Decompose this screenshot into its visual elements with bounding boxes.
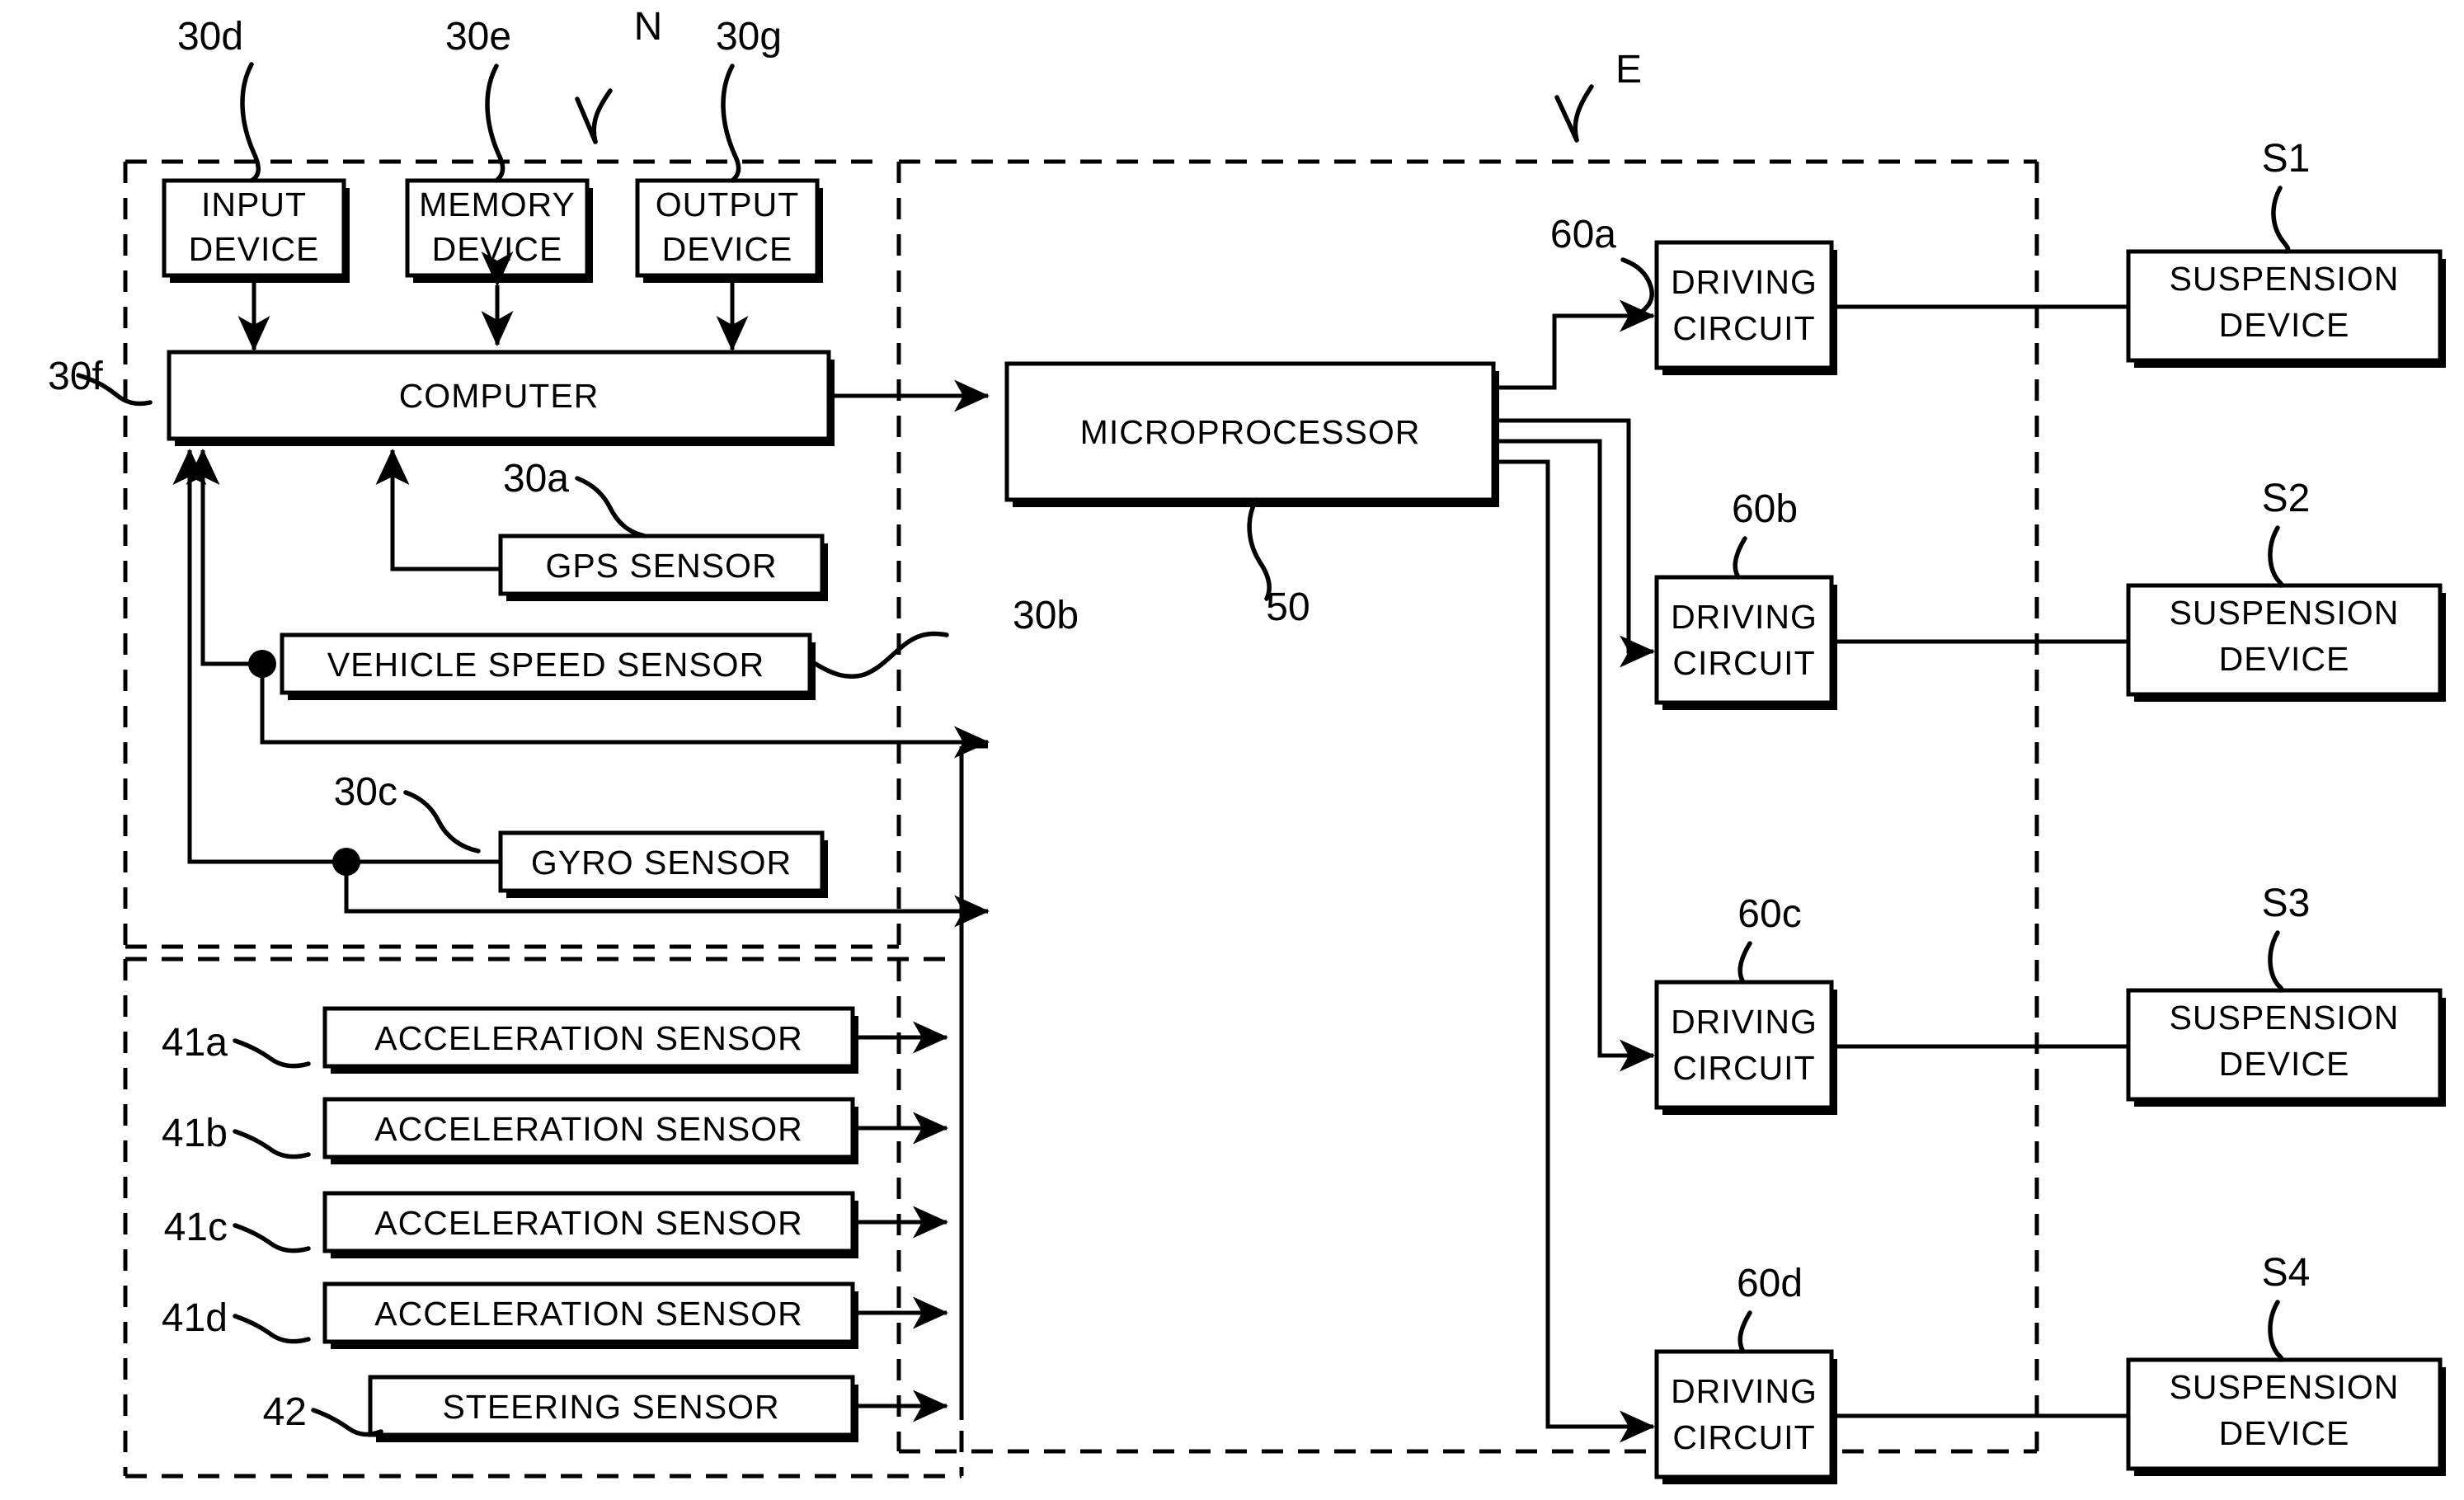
label-memory-device-l2: DEVICE xyxy=(432,230,563,268)
ref-41d: 41d xyxy=(162,1296,228,1340)
label-driving-circuit-b-l1: DRIVING xyxy=(1671,598,1817,636)
label-suspension-device-3-l1: SUSPENSION xyxy=(2170,999,2400,1037)
line-mp-to-driving-b xyxy=(1493,418,1656,668)
leader-S2 xyxy=(2268,525,2284,588)
leader-N xyxy=(575,88,613,144)
label-output-device-l1: OUTPUT xyxy=(656,186,800,223)
ref-30c: 30c xyxy=(334,770,397,814)
leader-S3 xyxy=(2268,930,2284,993)
leader-E xyxy=(1554,84,1594,143)
ref-30d: 30d xyxy=(177,15,243,59)
line-mp-to-driving-a xyxy=(1493,299,1656,390)
ref-60c: 60c xyxy=(1737,892,1801,936)
ref-30b: 30b xyxy=(1013,594,1079,637)
ref-41b: 41b xyxy=(162,1112,228,1155)
line-gps-to-computer xyxy=(375,448,501,571)
label-microprocessor: MICROPROCESSOR xyxy=(1080,413,1421,451)
leader-30a xyxy=(575,476,647,538)
ref-60b: 60b xyxy=(1732,487,1798,531)
label-driving-circuit-b-l2: CIRCUIT xyxy=(1672,644,1815,682)
ref-S3: S3 xyxy=(2262,882,2311,925)
label-driving-circuit-a-l1: DRIVING xyxy=(1671,263,1817,301)
leader-60c xyxy=(1737,941,1752,985)
label-suspension-device-2-l1: SUSPENSION xyxy=(2170,594,2400,632)
leader-60d xyxy=(1737,1310,1752,1354)
leader-S1 xyxy=(2271,186,2291,254)
leader-41b xyxy=(233,1129,311,1159)
ref-60a: 60a xyxy=(1550,213,1616,256)
label-suspension-device-2-l2: DEVICE xyxy=(2219,640,2350,678)
leader-50 xyxy=(1247,497,1272,601)
label-driving-circuit-c-l2: CIRCUIT xyxy=(1672,1049,1815,1087)
label-acceleration-sensor-a: ACCELERATION SENSOR xyxy=(374,1019,802,1057)
label-driving-circuit-a-l2: CIRCUIT xyxy=(1672,309,1815,347)
label-memory-device-l1: MEMORY xyxy=(419,186,576,223)
ref-42: 42 xyxy=(263,1390,307,1434)
ref-41c: 41c xyxy=(164,1206,228,1249)
label-acceleration-sensor-b: ACCELERATION SENSOR xyxy=(374,1110,802,1148)
label-suspension-device-4-l2: DEVICE xyxy=(2219,1414,2350,1452)
label-suspension-device-4-l1: SUSPENSION xyxy=(2170,1368,2400,1406)
label-computer: COMPUTER xyxy=(399,377,600,415)
label-output-device-l2: DEVICE xyxy=(662,230,793,268)
label-input-device-l1: INPUT xyxy=(201,186,307,223)
leader-30c xyxy=(403,790,481,853)
label-input-device-l2: DEVICE xyxy=(189,230,320,268)
label-suspension-device-1-l1: SUSPENSION xyxy=(2170,260,2400,298)
label-steering-sensor: STEERING SENSOR xyxy=(442,1388,779,1426)
label-gps-sensor: GPS SENSOR xyxy=(545,547,777,585)
label-acceleration-sensor-d: ACCELERATION SENSOR xyxy=(374,1295,802,1333)
leader-41d xyxy=(233,1314,311,1344)
ref-S2: S2 xyxy=(2262,477,2311,520)
group-boundary-ecu xyxy=(896,159,2039,1454)
label-driving-circuit-c-l1: DRIVING xyxy=(1671,1003,1817,1041)
label-gyro-sensor: GYRO SENSOR xyxy=(531,844,792,882)
leader-60a xyxy=(1620,257,1654,316)
ref-30e: 30e xyxy=(445,15,511,59)
label-acceleration-sensor-c: ACCELERATION SENSOR xyxy=(374,1204,802,1242)
label-suspension-device-3-l2: DEVICE xyxy=(2219,1045,2350,1083)
ref-S4: S4 xyxy=(2262,1251,2311,1295)
leader-S4 xyxy=(2268,1300,2284,1362)
label-driving-circuit-d-l1: DRIVING xyxy=(1671,1372,1817,1410)
leader-60b xyxy=(1733,536,1747,580)
leader-41a xyxy=(233,1038,311,1069)
ref-30a: 30a xyxy=(503,457,569,501)
ref-E: E xyxy=(1615,48,1642,92)
ref-S1: S1 xyxy=(2262,137,2311,181)
leader-41c xyxy=(233,1223,311,1253)
block-diagram-svg: 30d 30e 30g N E 30f 30a 30b 30c 50 41a 4… xyxy=(48,5,2446,1484)
ref-41a: 41a xyxy=(162,1021,228,1065)
ref-50: 50 xyxy=(1266,585,1310,629)
label-suspension-device-1-l2: DEVICE xyxy=(2219,306,2350,344)
leader-30b xyxy=(813,631,949,679)
label-driving-circuit-d-l2: CIRCUIT xyxy=(1672,1418,1815,1456)
ref-60d: 60d xyxy=(1737,1262,1803,1305)
ref-30f: 30f xyxy=(48,355,103,398)
line-vspeed-to-computer xyxy=(186,448,262,666)
label-vehicle-speed-sensor: VEHICLE SPEED SENSOR xyxy=(327,646,764,684)
ref-30g: 30g xyxy=(716,15,782,59)
patent-figure-canvas: 30d 30e 30g N E 30f 30a 30b 30c 50 41a 4… xyxy=(0,0,2464,1500)
ref-N: N xyxy=(634,5,663,49)
